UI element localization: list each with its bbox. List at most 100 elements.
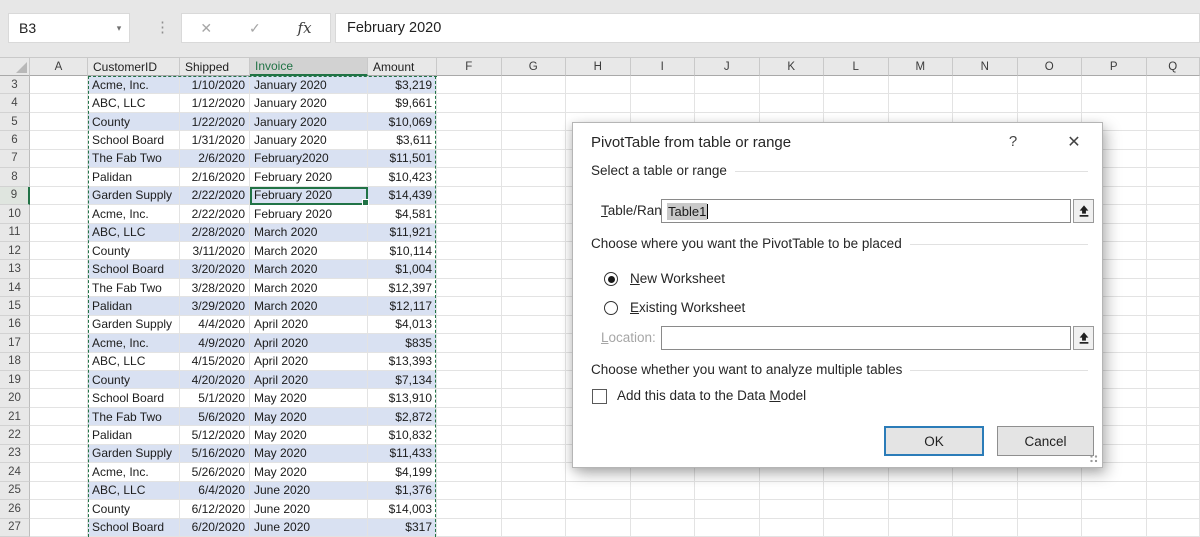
insert-function-icon[interactable]: fx <box>298 19 312 37</box>
cell[interactable] <box>502 131 567 149</box>
cell[interactable] <box>502 500 567 518</box>
cell[interactable] <box>30 482 88 500</box>
row-header-20[interactable]: 20 <box>0 389 30 407</box>
cell[interactable] <box>1147 76 1200 94</box>
cell[interactable] <box>502 297 567 315</box>
cell[interactable] <box>1018 519 1083 537</box>
cell[interactable]: June 2020 <box>250 519 368 537</box>
cell[interactable] <box>30 187 88 205</box>
row-header-25[interactable]: 25 <box>0 482 30 500</box>
radio-existing-worksheet-label[interactable]: Existing Worksheet <box>630 300 745 315</box>
cell[interactable]: Acme, Inc. <box>88 76 180 94</box>
cell[interactable]: 2/28/2020 <box>180 224 250 242</box>
cell[interactable] <box>437 334 502 352</box>
cell[interactable]: 5/26/2020 <box>180 463 250 481</box>
cell[interactable]: Acme, Inc. <box>88 463 180 481</box>
cell[interactable] <box>502 334 567 352</box>
cell[interactable] <box>502 168 567 186</box>
active-cell-outline[interactable] <box>250 187 368 206</box>
cell[interactable] <box>631 482 696 500</box>
cell[interactable] <box>1147 500 1200 518</box>
cell[interactable] <box>502 519 567 537</box>
cell[interactable]: 1/12/2020 <box>180 94 250 112</box>
cell[interactable]: April 2020 <box>250 334 368 352</box>
cell[interactable] <box>30 353 88 371</box>
row-header-8[interactable]: 8 <box>0 168 30 186</box>
cell[interactable] <box>502 353 567 371</box>
cell[interactable]: $14,439 <box>368 187 437 205</box>
table-header-shipped[interactable]: Shipped <box>180 58 250 76</box>
cell[interactable]: ABC, LLC <box>88 94 180 112</box>
cell[interactable]: 5/16/2020 <box>180 445 250 463</box>
cell[interactable] <box>566 482 631 500</box>
name-box[interactable]: B3 ▾ <box>8 13 130 43</box>
row-header-5[interactable]: 5 <box>0 113 30 131</box>
cell[interactable] <box>566 76 631 94</box>
cell[interactable] <box>502 205 567 223</box>
cell[interactable]: June 2020 <box>250 482 368 500</box>
cell[interactable]: $7,134 <box>368 371 437 389</box>
cell[interactable]: $12,117 <box>368 297 437 315</box>
cell[interactable]: ABC, LLC <box>88 482 180 500</box>
cell[interactable] <box>30 500 88 518</box>
cell[interactable] <box>760 94 825 112</box>
cell[interactable]: 5/6/2020 <box>180 408 250 426</box>
cell[interactable] <box>437 205 502 223</box>
cell[interactable] <box>30 463 88 481</box>
cell[interactable] <box>30 519 88 537</box>
cell[interactable]: $14,003 <box>368 500 437 518</box>
table-range-input[interactable]: Table1 <box>661 199 1071 223</box>
checkbox-data-model-label[interactable]: Add this data to the Data Model <box>617 388 806 403</box>
cell[interactable] <box>437 187 502 205</box>
cell[interactable]: May 2020 <box>250 463 368 481</box>
cell[interactable] <box>695 76 760 94</box>
cell[interactable]: $10,069 <box>368 113 437 131</box>
cell[interactable] <box>437 389 502 407</box>
cancel-icon[interactable]: ✕ <box>200 20 212 37</box>
cell[interactable] <box>437 408 502 426</box>
row-header-3[interactable]: 3 <box>0 76 30 94</box>
cell[interactable]: March 2020 <box>250 297 368 315</box>
cell[interactable] <box>1147 482 1200 500</box>
cell[interactable]: June 2020 <box>250 500 368 518</box>
cell[interactable]: $10,832 <box>368 426 437 444</box>
cell[interactable] <box>30 260 88 278</box>
fill-handle[interactable] <box>362 199 369 206</box>
radio-existing-worksheet[interactable] <box>604 301 618 315</box>
cell[interactable]: School Board <box>88 519 180 537</box>
cell[interactable]: County <box>88 242 180 260</box>
cell[interactable] <box>889 76 954 94</box>
cell[interactable]: April 2020 <box>250 371 368 389</box>
cell[interactable]: 2/6/2020 <box>180 150 250 168</box>
cell[interactable] <box>1018 94 1083 112</box>
collapse-dialog-icon[interactable] <box>1073 199 1094 223</box>
cell[interactable] <box>1147 519 1200 537</box>
cell[interactable] <box>1147 242 1200 260</box>
cell[interactable] <box>1082 76 1147 94</box>
cell[interactable] <box>566 519 631 537</box>
cell[interactable] <box>437 168 502 186</box>
cell[interactable] <box>695 94 760 112</box>
cell[interactable]: March 2020 <box>250 260 368 278</box>
location-input[interactable] <box>661 326 1071 350</box>
row-header-10[interactable]: 10 <box>0 205 30 223</box>
cell[interactable]: 6/4/2020 <box>180 482 250 500</box>
cell[interactable]: School Board <box>88 131 180 149</box>
row-header-6[interactable]: 6 <box>0 131 30 149</box>
cell[interactable]: May 2020 <box>250 445 368 463</box>
cell[interactable]: 2/16/2020 <box>180 168 250 186</box>
column-header-O[interactable]: O <box>1018 58 1083 76</box>
cell[interactable] <box>760 500 825 518</box>
ok-button[interactable]: OK <box>884 426 984 456</box>
row-header-19[interactable]: 19 <box>0 371 30 389</box>
cell[interactable] <box>1147 187 1200 205</box>
cell[interactable] <box>1018 482 1083 500</box>
row-header-14[interactable]: 14 <box>0 279 30 297</box>
cell[interactable]: $4,013 <box>368 316 437 334</box>
row-header-9[interactable]: 9 <box>0 187 30 205</box>
cell[interactable] <box>1147 463 1200 481</box>
cell[interactable]: The Fab Two <box>88 408 180 426</box>
cell[interactable] <box>502 408 567 426</box>
cell[interactable] <box>1147 113 1200 131</box>
cell[interactable] <box>695 482 760 500</box>
